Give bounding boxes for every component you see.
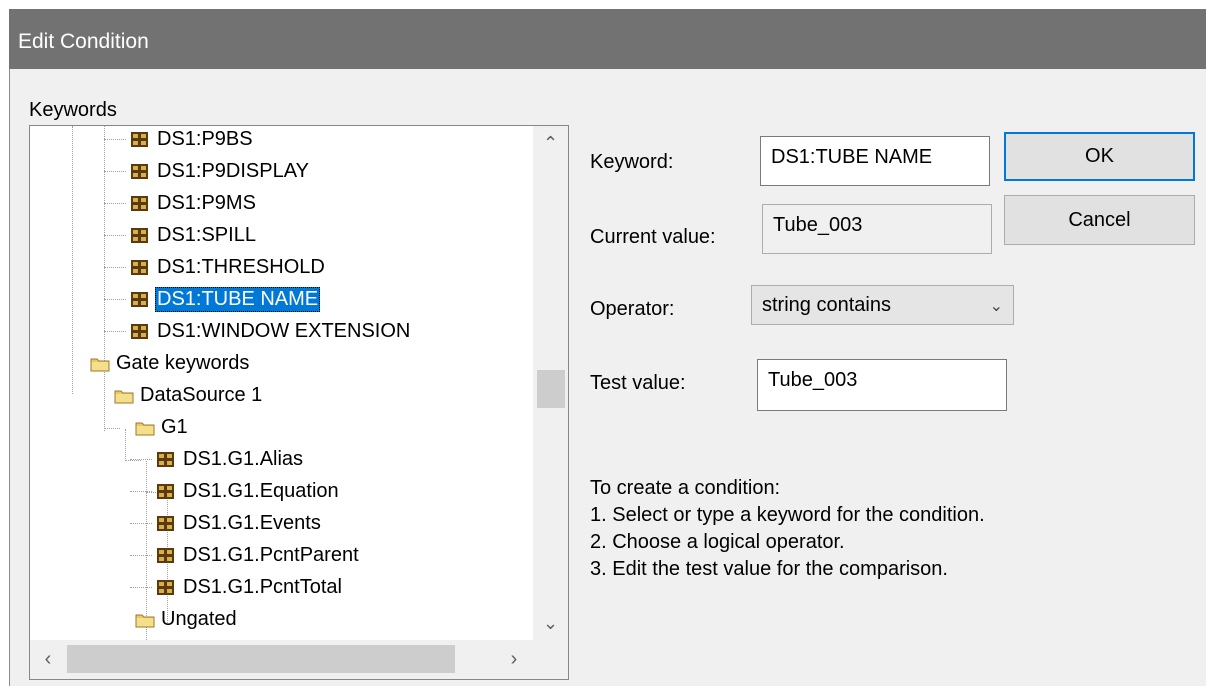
test-value-input[interactable]: Tube_003 <box>757 359 1007 411</box>
instructions-heading: To create a condition: <box>590 477 781 499</box>
tree-item-label: DataSource 1 <box>140 383 263 406</box>
keyword-label: Keyword: <box>590 151 674 173</box>
vertical-scroll-thumb[interactable] <box>537 370 565 408</box>
scroll-right-icon[interactable]: › <box>496 640 532 679</box>
keywords-tree[interactable]: DS1:P9BS DS1:P9DISPLAY DS1:P9MS DS1:SPILL DS… <box>29 125 569 680</box>
tree-item[interactable]: DS1:THRESHOLD <box>130 251 327 283</box>
title-bar[interactable]: Edit Condition <box>9 9 1206 69</box>
instruction-step-3: 3. Edit the test value for the compariso… <box>590 558 948 580</box>
window-title: Edit Condition <box>18 30 149 53</box>
keyword-icon <box>130 195 149 212</box>
tree-item[interactable]: DS1.G1.PcntParent <box>156 539 361 571</box>
tree-item[interactable]: G1 <box>135 411 190 443</box>
keyword-icon <box>130 163 149 180</box>
tree-item-label: DS1:P9DISPLAY <box>157 159 309 182</box>
tree-viewport: DS1:P9BS DS1:P9DISPLAY DS1:P9MS DS1:SPILL DS… <box>30 126 533 640</box>
operator-value: string contains <box>762 294 891 316</box>
tree-item-label: DS1.G1.PcntParent <box>183 543 359 566</box>
tree-item[interactable]: DS1.G1.Events <box>156 507 323 539</box>
keyword-icon <box>130 131 149 148</box>
tree-item[interactable]: DS1.G1.PcntTotal <box>156 571 344 603</box>
operator-select[interactable]: string contains ⌄ <box>751 285 1014 325</box>
instruction-step-2: 2. Choose a logical operator. <box>590 531 845 553</box>
keyword-icon <box>156 483 175 500</box>
keyword-icon <box>156 579 175 596</box>
tree-item[interactable]: DS1:P9DISPLAY <box>130 155 311 187</box>
tree-item-label: DS1:SPILL <box>157 223 256 246</box>
tree-item[interactable]: DS1:SPILL <box>130 219 258 251</box>
current-value-field: Tube_003 <box>762 204 992 254</box>
tree-item-label: DS1.G1.Equation <box>183 479 339 502</box>
tree-item-label: DS1:TUBE NAME <box>155 286 321 312</box>
scroll-left-icon[interactable]: ‹ <box>30 640 66 679</box>
keyword-icon <box>156 451 175 468</box>
instruction-step-1: 1. Select or type a keyword for the cond… <box>590 504 985 526</box>
folder-icon <box>135 611 155 628</box>
tree-item-label: Ungated <box>161 607 237 630</box>
scrollbar-corner <box>533 640 568 679</box>
tree-item[interactable]: DS1.G1.Equation <box>156 475 341 507</box>
chevron-down-icon: ⌄ <box>989 298 1003 315</box>
tree-item-label: DS1.G1.Alias <box>183 447 304 470</box>
folder-icon <box>90 355 110 372</box>
keywords-label: Keywords <box>29 99 117 121</box>
tree-item-label: DS1:THRESHOLD <box>157 255 325 278</box>
tree-item[interactable]: Ungated <box>135 603 239 635</box>
tree-item-label: DS1:P9BS <box>157 127 253 150</box>
operator-label: Operator: <box>590 298 675 320</box>
horizontal-scroll-thumb[interactable] <box>67 645 455 673</box>
tree-item-label: Gate keywords <box>116 351 250 374</box>
tree-item-label: G1 <box>161 415 188 438</box>
keyword-input[interactable]: DS1:TUBE NAME <box>760 136 990 186</box>
keyword-icon <box>130 291 149 308</box>
keyword-icon <box>156 515 175 532</box>
edit-condition-dialog: Keywords DS1:P9BS DS1:P9DISPLAY DS1:P9MS DS… <box>9 69 1206 686</box>
scroll-up-icon[interactable]: ⌃ <box>533 126 568 160</box>
scroll-down-icon[interactable]: ⌄ <box>533 606 568 640</box>
folder-icon <box>135 419 155 436</box>
tree-item-label: DS1:P9MS <box>157 191 256 214</box>
tree-item-label: DS1.G1.Events <box>183 511 321 534</box>
instructions: To create a condition: 1. Select or type… <box>590 475 985 583</box>
test-value-label: Test value: <box>590 372 686 394</box>
tree-item[interactable]: DS1.G1.Alias <box>156 443 305 475</box>
folder-icon <box>114 387 134 404</box>
tree-horizontal-scrollbar[interactable]: ‹ › <box>30 640 533 679</box>
tree-item-label: DS1.G1.PcntTotal <box>183 575 342 598</box>
tree-item[interactable]: DS1:P9BS <box>130 126 255 155</box>
tree-item[interactable]: Gate keywords <box>90 347 251 379</box>
keyword-icon <box>130 323 149 340</box>
keyword-icon <box>156 547 175 564</box>
cancel-button[interactable]: Cancel <box>1004 195 1195 245</box>
tree-item[interactable]: DS1:P9MS <box>130 187 258 219</box>
tree-item[interactable]: DS1:WINDOW EXTENSION <box>130 315 412 347</box>
current-value-label: Current value: <box>590 226 716 248</box>
keyword-icon <box>130 227 149 244</box>
tree-item[interactable]: DS1:TUBE NAME <box>130 283 321 315</box>
tree-item[interactable]: DataSource 1 <box>114 379 264 411</box>
ok-button[interactable]: OK <box>1004 132 1195 181</box>
tree-vertical-scrollbar[interactable]: ⌃ ⌄ <box>533 126 568 640</box>
keyword-icon <box>130 259 149 276</box>
tree-item-label: DS1:WINDOW EXTENSION <box>157 319 411 342</box>
